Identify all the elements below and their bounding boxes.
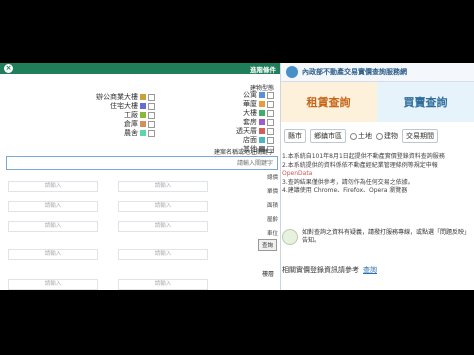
notice-highlight[interactable]: OpenData — [282, 170, 470, 179]
site-title: 內政部不動產交易實價查詢服務網 — [302, 68, 407, 76]
side-label: 屋齡 — [266, 217, 278, 223]
notice-line: 1.本系統自101年8月1日起提供不動產實價登錄資料查詢服務 — [282, 153, 445, 160]
area-min-field[interactable]: 請輸入 — [8, 221, 98, 232]
category-option[interactable]: 農舍 — [124, 129, 155, 137]
checkbox-icon[interactable] — [267, 109, 274, 117]
color-chip-icon — [259, 137, 265, 143]
checkbox-icon[interactable] — [267, 91, 274, 99]
unit-max-field[interactable]: 請輸入 — [118, 201, 208, 212]
category-option[interactable]: 辦公商業大樓 — [96, 93, 155, 101]
color-chip-icon — [140, 130, 146, 136]
age-row: 請輸入 請輸入 — [8, 249, 208, 260]
area-row: 請輸入 請輸入 — [8, 221, 208, 232]
period-select[interactable]: 交易期間 — [402, 129, 438, 143]
notice-line: 2.本系統提供的資料係依不動產經紀業管理條例等規定申報 — [282, 161, 438, 169]
land-radio-label: 土地 — [358, 132, 372, 140]
category-option[interactable]: 工廠 — [124, 111, 155, 119]
category-list: 公寓 華廈 大樓 套房 透天厝 店面 其他 — [236, 91, 274, 153]
category-option[interactable]: 公寓 — [243, 91, 274, 99]
keyword-search-input[interactable] — [7, 157, 277, 169]
color-chip-icon — [259, 92, 265, 98]
checkbox-icon[interactable] — [148, 93, 155, 101]
unit-min-field[interactable]: 請輸入 — [8, 201, 98, 212]
category-option[interactable]: 店面 — [243, 136, 274, 144]
floor-min-field[interactable]: 請輸入 — [8, 279, 98, 290]
category-option[interactable]: 透天厝 — [236, 127, 274, 135]
color-chip-icon — [140, 94, 146, 100]
color-chip-icon — [259, 110, 265, 116]
floor-max-field[interactable]: 請輸入 — [118, 279, 208, 290]
checkbox-icon[interactable] — [148, 102, 155, 110]
section-keyword: 建案名稱或地址關鍵字 — [213, 149, 274, 156]
color-chip-icon — [140, 103, 146, 109]
tip-text: 如對查詢之資料有疑義，請撥打服務專線，或點選「問題反映」告知。 — [302, 229, 471, 244]
category-option[interactable]: 大樓 — [243, 109, 274, 117]
reference-line: 相關實價登錄資訊請參考 查詢 — [282, 265, 472, 275]
notice-block: 1.本系統自101年8月1日起提供不動產實價登錄資料查詢服務 2.本系統提供的資… — [282, 153, 470, 196]
checkbox-icon[interactable] — [267, 136, 274, 144]
color-chip-icon — [140, 121, 146, 127]
search-box — [6, 156, 278, 170]
price-max-field[interactable]: 請輸入 — [118, 181, 208, 192]
checkbox-icon[interactable] — [148, 120, 155, 128]
radio-dot-icon — [376, 132, 383, 140]
section-floor: 樓層 — [261, 271, 274, 278]
query-button[interactable]: 查詢 — [258, 239, 278, 251]
site-logo-icon — [286, 66, 298, 78]
radio-dot-icon — [350, 132, 357, 140]
reference-link[interactable]: 查詢 — [363, 265, 377, 275]
panel-title: 進階條件 — [250, 65, 276, 74]
checkbox-icon[interactable] — [267, 118, 274, 126]
category-option[interactable]: 倉庫 — [124, 120, 155, 128]
checkbox-icon[interactable] — [267, 100, 274, 108]
price-range-row: 請輸入 請輸入 — [8, 181, 208, 192]
building-radio[interactable]: 建物 — [376, 131, 398, 141]
tip-line: 如對查詢之資料有疑義，請撥打服務專線，或點選「問題反映」告知。 — [282, 229, 472, 245]
notice-line: 4.建議使用 Chrome、Firefox、Opera 瀏覽器 — [282, 187, 408, 194]
side-labels: 總價 單價 面積 屋齡 車位 — [212, 173, 278, 237]
land-radio[interactable]: 土地 — [350, 131, 372, 141]
category-option[interactable]: 套房 — [243, 118, 274, 126]
side-label: 面積 — [266, 203, 278, 209]
area-max-field[interactable]: 請輸入 — [118, 221, 208, 232]
age-max-field[interactable]: 請輸入 — [118, 249, 208, 260]
app-window: 內政部不動產交易實價查詢服務網 租賃查詢 買賣查詢 縣市 鄉鎮市區 土地 建物 … — [0, 63, 474, 290]
color-chip-icon — [259, 101, 265, 107]
banner-row: 租賃查詢 買賣查詢 — [280, 82, 474, 122]
side-label: 單價 — [266, 189, 278, 195]
district-select[interactable]: 鄉鎮市區 — [310, 129, 346, 143]
checkbox-icon[interactable] — [148, 129, 155, 137]
price-min-field[interactable]: 請輸入 — [8, 181, 98, 192]
building-radio-label: 建物 — [384, 132, 398, 140]
unit-price-row: 請輸入 請輸入 — [8, 201, 208, 212]
category-option[interactable]: 華廈 — [243, 100, 274, 108]
color-chip-icon — [140, 112, 146, 118]
advanced-filter-panel: × 進階條件 建物型態 公寓 華廈 大樓 套房 透天厝 店面 其他 辦公商業大樓 住宅大樓 工廠… — [0, 63, 281, 290]
info-icon — [282, 229, 298, 245]
floor-row: 請輸入 請輸入 — [8, 279, 208, 290]
age-min-field[interactable]: 請輸入 — [8, 249, 98, 260]
city-select[interactable]: 縣市 — [284, 129, 306, 143]
side-label: 總價 — [266, 175, 278, 181]
rental-query-banner[interactable]: 租賃查詢 — [280, 82, 377, 122]
side-label: 車位 — [266, 231, 278, 237]
checkbox-icon[interactable] — [267, 127, 274, 135]
color-chip-icon — [259, 119, 265, 125]
notice-line: 3.查詢結果僅供參考，請勿作為任何交易之依據。 — [282, 178, 414, 186]
checkbox-icon[interactable] — [148, 111, 155, 119]
category-list-2: 辦公商業大樓 住宅大樓 工廠 倉庫 農舍 — [96, 93, 155, 137]
site-header: 內政部不動產交易實價查詢服務網 — [280, 63, 474, 82]
color-chip-icon — [259, 128, 265, 134]
reference-prefix: 相關實價登錄資訊請參考 — [282, 266, 359, 274]
sale-query-banner[interactable]: 買賣查詢 — [377, 82, 474, 122]
filter-toolbar: 縣市 鄉鎮市區 土地 建物 交易期間 — [280, 125, 474, 147]
category-option[interactable]: 住宅大樓 — [110, 102, 155, 110]
panel-header: × 進階條件 — [0, 63, 280, 74]
close-button[interactable]: × — [4, 64, 13, 73]
category-label: 農舍 — [124, 129, 138, 137]
